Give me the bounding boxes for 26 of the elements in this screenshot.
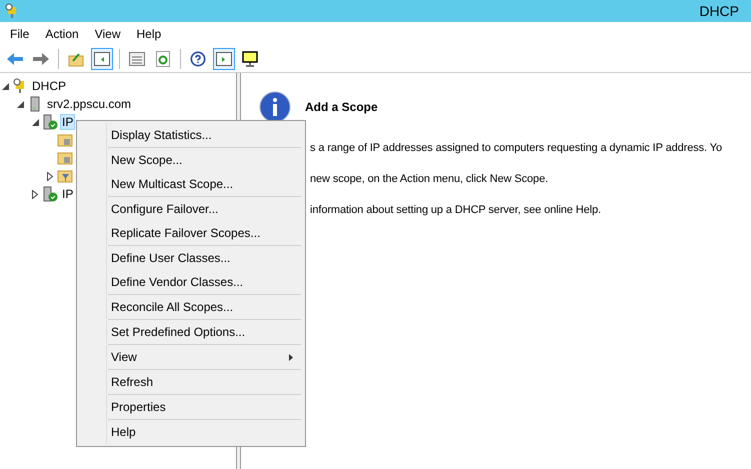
description-text: information about setting up a DHCP server, see online Help.	[309, 204, 602, 216]
description-text: s a range of IP addresses assigned to computers requesting a dynamic IP address. Yo	[309, 142, 723, 154]
menu-item[interactable]: View	[86, 27, 128, 41]
menu-item[interactable]: Help	[128, 27, 170, 41]
submenu-arrow-icon	[289, 354, 293, 360]
collapse-icon[interactable]	[32, 118, 38, 126]
heading: Add a Scope	[305, 100, 378, 114]
expand-icon[interactable]	[32, 190, 38, 198]
folder-icon	[57, 150, 73, 166]
tree-item[interactable]: DHCP	[30, 78, 68, 94]
tree-item[interactable]: IP	[60, 186, 76, 202]
menu-item[interactable]: Action	[37, 27, 87, 41]
folder-filter-icon	[57, 168, 73, 184]
server-check-icon	[42, 114, 58, 130]
server-check-icon	[42, 186, 58, 202]
menu-item[interactable]: File	[2, 27, 38, 41]
tree-item[interactable]: IP	[60, 114, 76, 130]
collapse-icon[interactable]	[2, 82, 8, 90]
window-title: DHCP	[699, 3, 739, 19]
description-text: new scope, on the Action menu, click New Scope.	[309, 173, 550, 185]
folder-icon	[57, 132, 73, 148]
tree-item[interactable]: srv2.ppscu.com	[45, 96, 134, 112]
expand-icon[interactable]	[47, 172, 53, 180]
console-tree-button[interactable]	[91, 48, 113, 70]
action-pane-button[interactable]	[213, 48, 235, 70]
collapse-icon[interactable]	[16, 100, 24, 108]
